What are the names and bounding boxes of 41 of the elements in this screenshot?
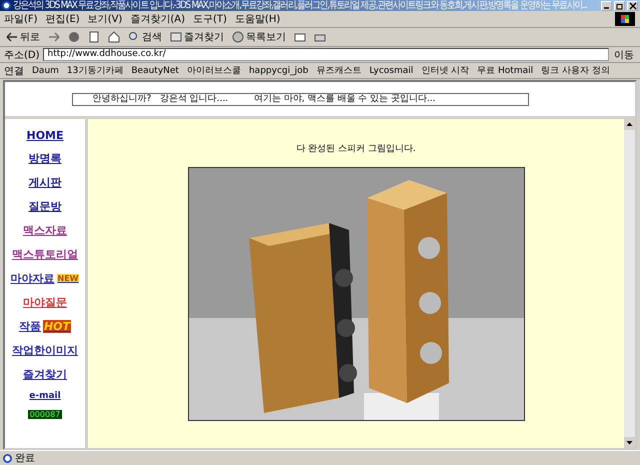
marquee-text: 안녕하십니까? 강은석 입니다.... 여기는 마야, 맥스를 배울 수 있는 곳입니다... xyxy=(72,92,528,106)
link-item[interactable]: BeautyNet xyxy=(131,66,179,76)
nav-link[interactable]: 작업한이미지 xyxy=(12,343,78,358)
back-button[interactable]: 뒤로 xyxy=(4,30,42,44)
search-button[interactable]: 검색 xyxy=(126,30,164,44)
nav-link[interactable]: HOME xyxy=(26,129,64,142)
address-label: 주소(D) xyxy=(4,48,40,62)
link-item[interactable]: 아이러브스쿨 xyxy=(186,64,241,77)
favorites-button[interactable]: 즐겨찾기 xyxy=(168,30,226,44)
nav-link[interactable]: 마야자료 NEW xyxy=(10,271,80,286)
nav-link[interactable]: 질문방 xyxy=(28,199,62,214)
link-item[interactable]: Lycosmail xyxy=(369,66,414,76)
link-item[interactable]: 뮤즈캐스트 xyxy=(316,64,362,77)
nav-link[interactable]: 방명록 xyxy=(28,151,62,166)
menu-item[interactable]: 보기(V) xyxy=(88,12,122,26)
go-button[interactable]: 이동 xyxy=(612,48,636,62)
menu-item[interactable]: 편집(E) xyxy=(46,12,80,26)
caption: 다 완성된 스피커 그림입니다. xyxy=(296,143,416,155)
menu-item[interactable]: 즐겨찾기(A) xyxy=(130,12,185,26)
nav-link[interactable]: e-mail xyxy=(29,391,61,401)
nav-link[interactable]: 게시판 xyxy=(28,175,62,190)
links-label: 연결 xyxy=(4,64,24,78)
nav-link[interactable]: 즐겨찾기 xyxy=(23,367,67,382)
link-item[interactable]: happycgi_job xyxy=(248,66,308,76)
nav-link[interactable]: 맥스튜토리얼 xyxy=(12,247,78,262)
nav-link[interactable]: 맥스자료 xyxy=(23,223,67,238)
address-field[interactable]: http://www.ddhouse.co.kr/ xyxy=(42,48,609,61)
link-item[interactable]: 13기동기카페 xyxy=(66,64,124,77)
link-item[interactable]: 무료 Hotmail xyxy=(477,64,534,77)
history-button[interactable]: 목록보기 xyxy=(230,30,288,44)
visit-counter: 000087 xyxy=(28,410,62,419)
window-title: 강은석의 3DS MAX 무료강좌,작품사이트 입니다.-3DS MAX,마야소개,무료강좌,갤러리,플러그인,튜토리얼 제공,관련사이트링크와 동호회,게시판,방명록을 운영하는 무료사이... xyxy=(13,0,587,11)
menu-item[interactable]: 도구(T) xyxy=(193,12,227,26)
menu-item[interactable]: 파일(F) xyxy=(4,12,38,26)
menu-item[interactable]: 도움말(H) xyxy=(234,12,280,26)
link-item[interactable]: 링크 사용자 정의 xyxy=(541,64,610,77)
status-text: 완료 xyxy=(15,452,35,465)
nav-link[interactable]: 마야질문 xyxy=(23,295,67,310)
link-item[interactable]: Daum xyxy=(32,66,59,76)
link-item[interactable]: 인터넷 시작 xyxy=(421,64,470,77)
nav-link[interactable]: 작품 HOT xyxy=(18,319,72,334)
